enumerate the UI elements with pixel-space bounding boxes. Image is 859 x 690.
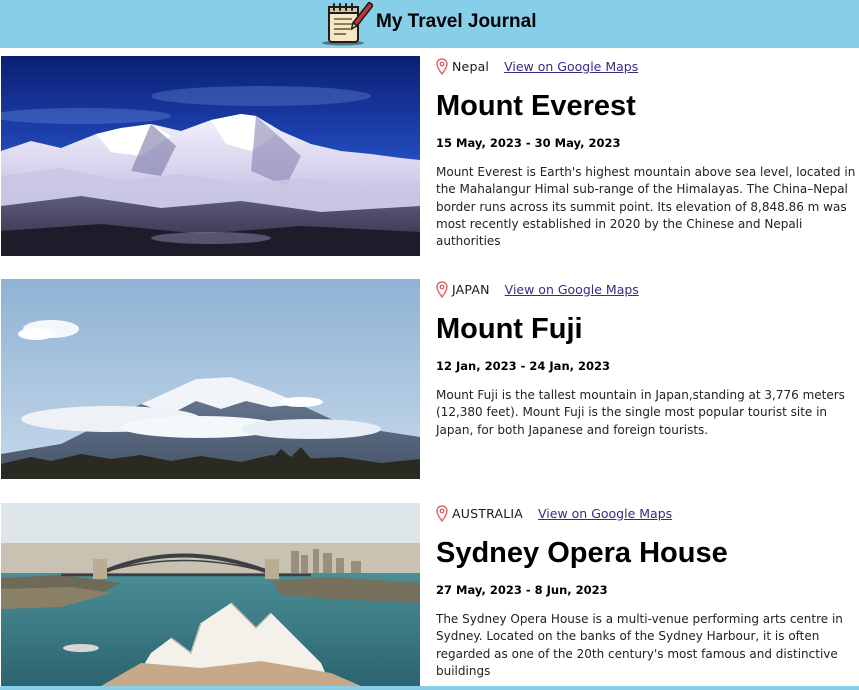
app-header: My Travel Journal	[0, 0, 859, 48]
journal-entry: Nepal View on Google Maps Mount Everest …	[0, 56, 859, 256]
entry-photo-everest	[1, 56, 420, 256]
journal-entry: JAPAN View on Google Maps Mount Fuji 12 …	[0, 279, 859, 479]
entry-description: Mount Fuji is the tallest mountain in Ja…	[436, 388, 845, 437]
notebook-pen-icon	[319, 1, 375, 46]
google-maps-link[interactable]: View on Google Maps	[505, 282, 639, 297]
entry-dates: 27 May, 2023 - 8 Jun, 2023	[436, 583, 608, 597]
entry-photo-sydney	[1, 503, 420, 686]
entry-dates: 15 May, 2023 - 30 May, 2023	[436, 136, 621, 150]
location-pin-icon	[436, 280, 448, 298]
entry-photo-fuji	[1, 279, 420, 479]
entry-title: Sydney Opera House	[436, 537, 728, 569]
entry-description: Mount Everest is Earth's highest mountai…	[436, 165, 856, 249]
entry-title: Mount Fuji	[436, 313, 583, 345]
location-pin-icon	[436, 504, 448, 522]
location-pin-icon	[436, 57, 448, 75]
entry-title: Mount Everest	[436, 90, 636, 122]
country-label: AUSTRALIA	[452, 505, 524, 521]
footer-strip	[0, 686, 859, 690]
country-label: JAPAN	[452, 281, 490, 297]
app-title: My Travel Journal	[376, 11, 537, 32]
location-row: AUSTRALIA View on Google Maps	[436, 503, 672, 523]
country-label: Nepal	[452, 58, 490, 74]
entry-dates: 12 Jan, 2023 - 24 Jan, 2023	[436, 359, 611, 373]
location-row: Nepal View on Google Maps	[436, 56, 638, 76]
entry-description: The Sydney Opera House is a multi-venue …	[436, 612, 843, 678]
location-row: JAPAN View on Google Maps	[436, 279, 639, 299]
google-maps-link[interactable]: View on Google Maps	[538, 506, 672, 521]
journal-entry: AUSTRALIA View on Google Maps Sydney Ope…	[0, 503, 859, 690]
google-maps-link[interactable]: View on Google Maps	[504, 59, 638, 74]
